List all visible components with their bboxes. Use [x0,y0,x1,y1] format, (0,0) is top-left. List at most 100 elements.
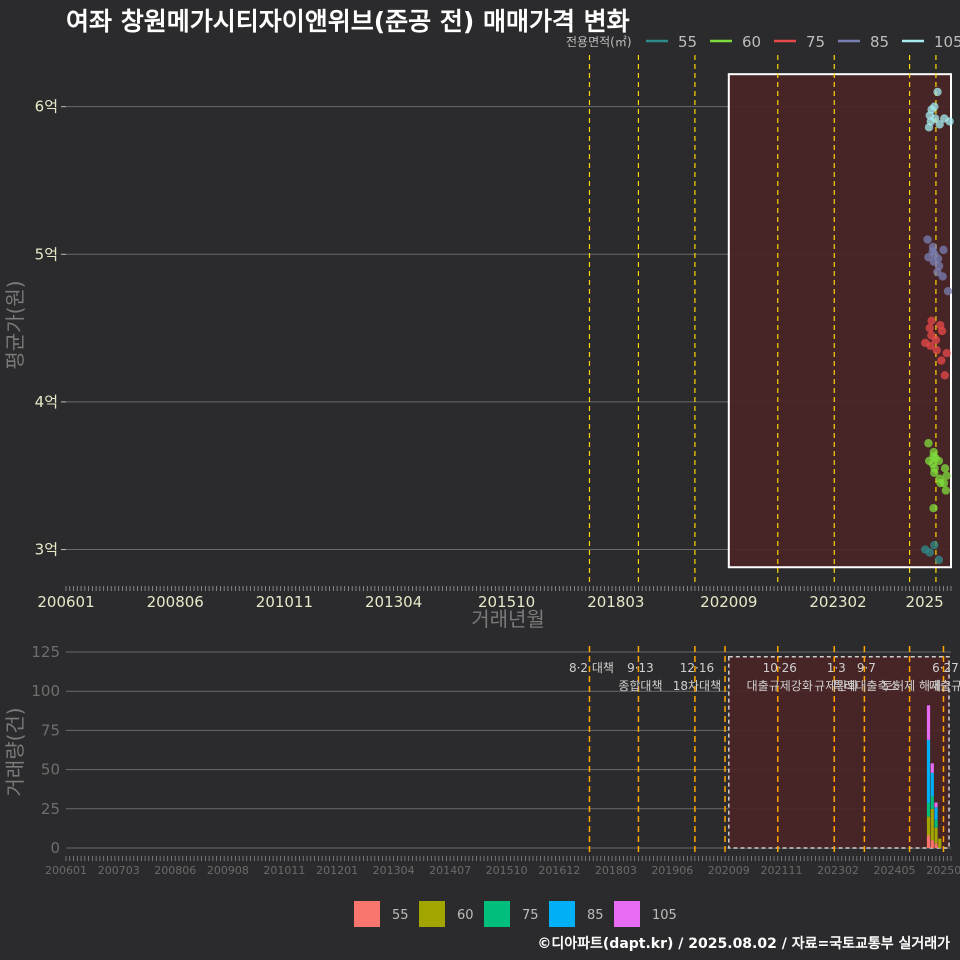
price-point-55 [930,540,939,550]
volume-bar-105 [934,802,938,808]
volume-bar-85 [934,807,938,820]
legend-label-55: 55 [678,33,697,51]
legend-label-75: 75 [806,33,825,51]
volume-x-tick-label: 201201 [316,864,358,877]
legend-top: 전용면적(㎡) 55 60 75 85 105 [566,33,960,51]
price-point-60 [939,478,949,488]
price-point-75 [936,320,945,330]
volume-y-tick-label: 75 [41,721,60,739]
volume-x-tick-label: 201612 [538,864,580,877]
event-label-date: 9·7 [857,661,876,675]
bottom-legend-label-60: 60 [457,908,474,923]
price-point-60 [941,486,951,495]
volume-bar-75 [926,802,931,817]
volume-x-tick-label: 201803 [595,864,637,877]
price-point-55 [934,555,944,565]
legend-bottom: 55 60 75 85 105 [354,901,677,927]
price-point-55 [925,548,934,557]
price-x-tick-label: 202302 [809,593,866,611]
volume-x-tick-label: 201407 [429,864,471,877]
volume-x-tick-label: 201906 [651,864,693,877]
volume-bar-60 [926,816,931,836]
volume-y-axis-label: 거래량(건) [3,707,27,796]
bottom-legend-label-55: 55 [392,908,409,923]
price-point-85 [943,286,953,296]
event-label-desc: 대출규제강화 [747,679,813,693]
legend-label-85: 85 [870,33,889,51]
volume-x-tick-label: 202405 [874,864,916,877]
legend-label-105: 105 [934,33,960,51]
volume-bar-55 [934,843,938,848]
price-x-tick-label: 201304 [365,593,422,611]
volume-x-tick-label: 202009 [708,864,750,877]
chart-title: 여좌 창원메가시티자이앤위브(준공 전) 매매가격 변화 [66,7,630,36]
event-label-desc: 18차대책 [673,678,721,693]
bottom-legend-swatch-75 [484,901,510,927]
price-x-axis-label: 거래년월 [471,607,545,631]
event-label-date: 8·2 대책 [569,660,614,675]
legend-title: 전용면적(㎡) [566,35,632,49]
price-point-75 [937,356,946,365]
price-y-axis-label: 평균가(원) [3,280,27,369]
price-x-tick-label: 201011 [256,593,313,611]
price-point-60 [934,456,944,466]
volume-bar-60 [934,827,938,844]
volume-bar-75 [934,819,938,828]
price-y-tick-label: 5억 [35,245,58,263]
volume-bar-55 [926,835,931,848]
chart-root: 여좌 창원메가시티자이앤위브(준공 전) 매매가격 변화 전용면적(㎡) 55 6… [3,7,960,952]
volume-bar-105 [930,763,934,773]
price-point-60 [940,464,950,473]
price-point-105 [930,102,939,111]
event-label-date: 1·3 [827,661,846,675]
price-point-75 [931,335,941,345]
price-point-105 [933,87,942,97]
price-panel: 3억4억5억6억200601 200806 201011 201304 201510 20… [35,55,954,611]
bottom-legend-label-75: 75 [522,908,539,923]
bottom-legend-swatch-105 [614,901,640,927]
price-highlight-box [727,73,953,569]
price-point-85 [923,235,932,244]
bottom-legend-swatch-85 [549,901,575,927]
price-x-tick-label: 200806 [147,593,204,611]
price-point-75 [932,346,941,355]
price-y-tick-label: 3억 [35,541,58,559]
price-point-75 [942,348,951,358]
volume-x-tick-label: 201510 [486,864,528,877]
volume-bar-75 [930,796,934,809]
event-label-desc: 대출규 [929,679,960,693]
price-point-75 [927,316,936,325]
volume-x-tick-label: 200703 [98,864,140,877]
bottom-legend-swatch-55 [354,901,380,927]
price-point-105 [945,117,954,126]
price-point-60 [924,439,933,448]
event-label-date: 10·26 [763,661,797,675]
volume-y-tick-label: 50 [41,761,60,779]
price-x-tick-label: 201803 [587,593,644,611]
price-y-tick-label: 4억 [35,393,58,411]
volume-y-tick-label: 125 [31,643,60,661]
caption: ©디아파트(dapt.kr) / 2025.08.02 / 자료=국토교통부 실… [537,935,950,952]
bottom-legend-label-85: 85 [587,908,604,923]
event-label-desc: 종합대책 [618,678,662,693]
price-x-tick-label: 200601 [37,593,94,611]
bottom-legend-swatch-60 [419,901,445,927]
volume-x-tick-label: 200806 [154,864,196,877]
volume-x-tick-label: 202111 [761,864,803,877]
price-point-60 [929,503,938,513]
price-point-85 [928,247,937,256]
volume-x-tick-label: 201011 [263,864,305,877]
volume-y-tick-label: 100 [31,682,60,700]
volume-bar-85 [926,739,931,803]
price-point-75 [925,323,934,333]
volume-panel: 0 25 50 75 100 125 8·2 대책 9·13 종합대책 12·16 18차대책 10·… [31,643,960,877]
volume-x-tick-label: 200908 [207,864,249,877]
volume-y-tick-label: 25 [41,800,60,818]
bottom-legend-label-105: 105 [652,908,677,923]
volume-x-tick-label: 202507 [926,864,960,877]
volume-bar-55 [930,840,934,848]
price-x-tick-label: 202009 [700,593,757,611]
price-y-tick-label: 6억 [35,98,58,116]
price-x-tick-label: 2025 [906,593,944,611]
volume-x-tick-label: 201304 [373,864,415,877]
